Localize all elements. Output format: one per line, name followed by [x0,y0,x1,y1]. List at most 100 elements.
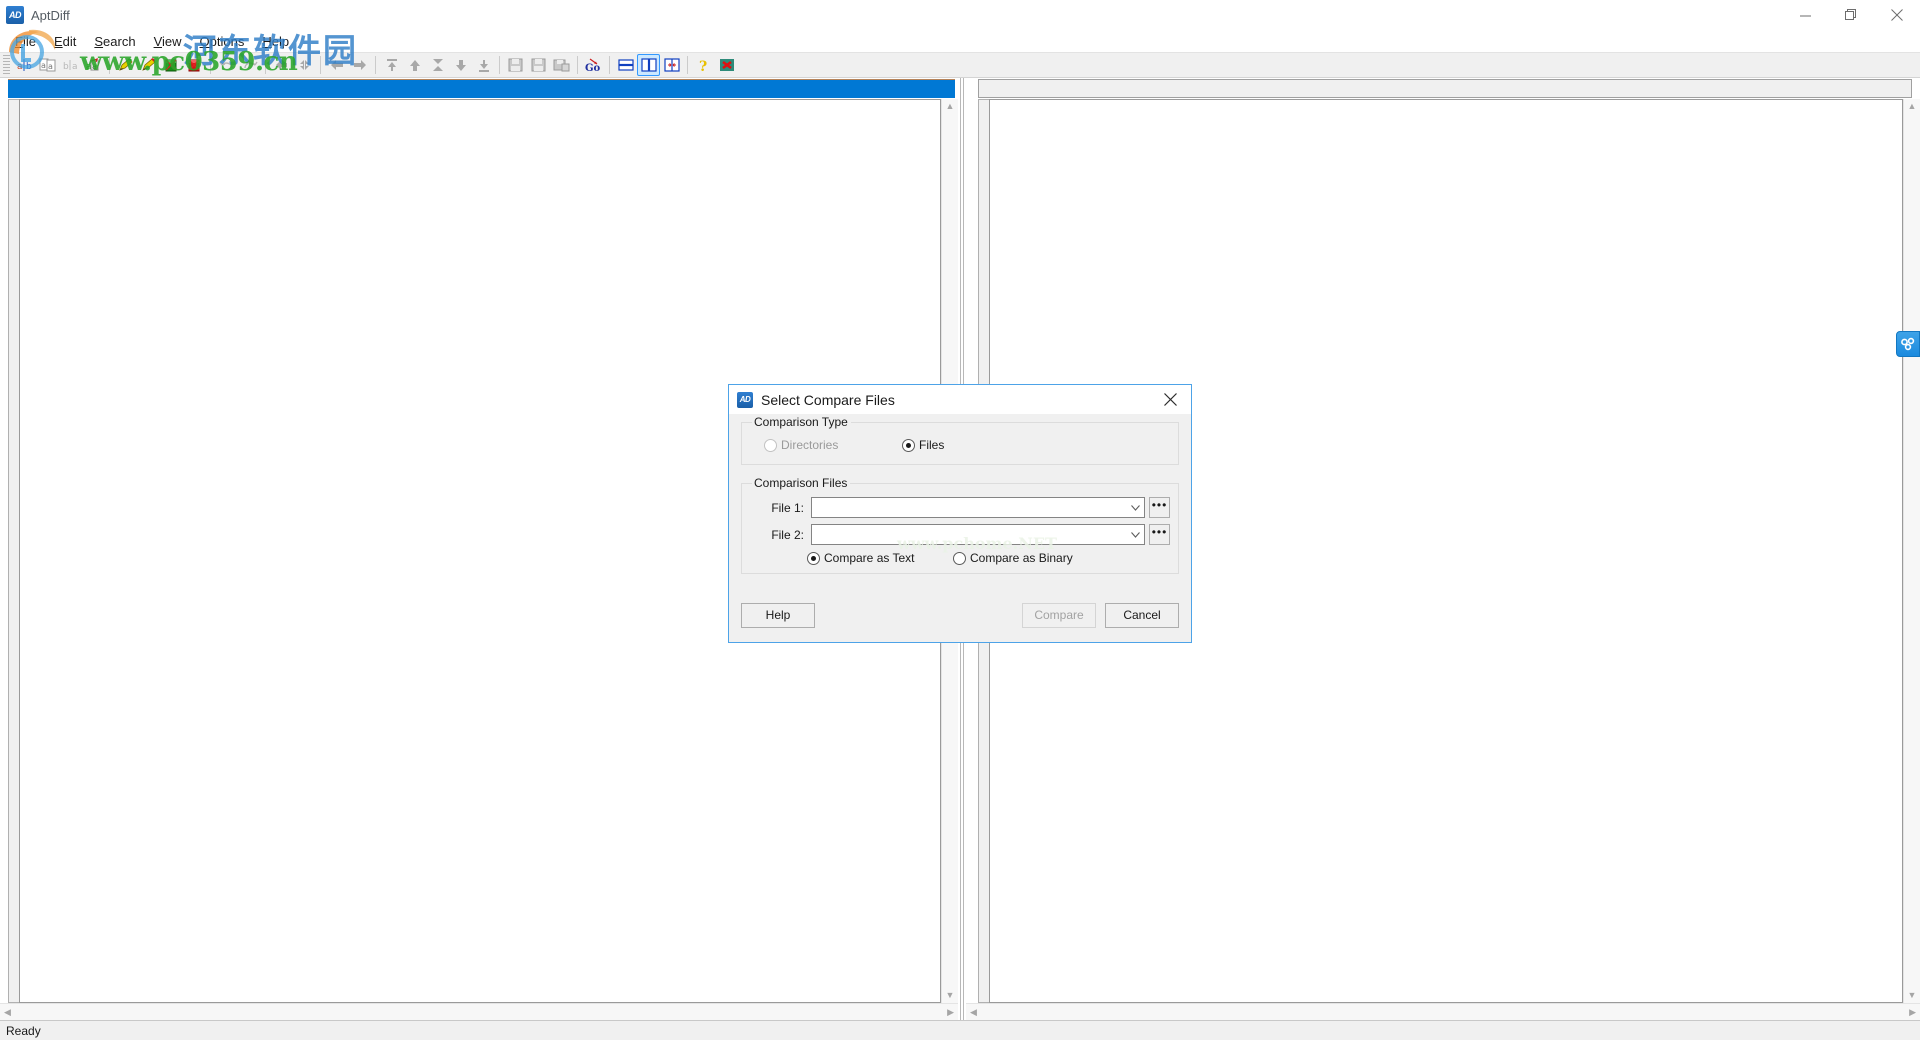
save-left-icon[interactable] [504,54,527,76]
file2-input[interactable] [812,526,1127,543]
first-difference-icon[interactable] [380,54,403,76]
next-difference-icon[interactable] [293,54,316,76]
radio-compare-as-text[interactable]: Compare as Text [807,551,945,565]
radio-directories[interactable]: Directories [764,438,894,452]
menu-help[interactable]: Help [253,32,298,51]
chevron-down-icon[interactable] [1127,498,1144,517]
file1-combobox[interactable] [811,497,1145,518]
scroll-right-icon[interactable]: ▶ [947,1008,954,1017]
scroll-down-icon[interactable]: ▼ [946,991,955,1000]
compare-binary-icon[interactable]: b a [59,54,82,76]
app-icon: AD [6,6,24,24]
menu-file[interactable]: File [6,32,45,51]
window-controls [1782,0,1920,30]
compare-button[interactable]: Compare [1022,603,1096,628]
scroll-up-icon[interactable]: ▲ [946,102,955,111]
compare-text-icon[interactable]: a b [13,54,36,76]
scroll-up-icon[interactable]: ▲ [1908,102,1917,111]
help-icon[interactable]: ? [692,54,715,76]
file2-combobox[interactable] [811,524,1145,545]
toolbar-separator [109,56,110,74]
comparison-type-radios: Directories Files [750,434,1170,456]
menu-options[interactable]: Options [191,32,254,51]
svg-text:Go: Go [585,63,601,73]
toolbar-separator [320,56,321,74]
left-horizontal-scrollbar[interactable]: ◀ ▶ [0,1003,958,1020]
cancel-button[interactable]: Cancel [1105,603,1179,628]
minimize-icon[interactable] [1782,0,1828,30]
sync-scroll-icon[interactable]: a a [82,54,105,76]
comparison-files-legend: Comparison Files [752,476,850,490]
scroll-down-icon[interactable]: ▼ [1908,991,1917,1000]
move-right-icon[interactable] [348,54,371,76]
file1-row: File 1: ••• [750,497,1170,518]
file1-input[interactable] [812,499,1127,516]
maximize-icon[interactable] [1828,0,1874,30]
last-difference-icon[interactable] [472,54,495,76]
dialog-body: Comparison Type Directories Files Compar… [729,414,1191,596]
svg-text:a: a [17,62,23,72]
goto-line-icon[interactable]: Go [582,54,605,76]
radio-files-dot [902,439,915,452]
compare-files-icon[interactable]: a a [36,54,59,76]
menu-view[interactable]: View [145,32,191,51]
toolbar-separator [609,56,610,74]
right-vertical-scrollbar[interactable]: ▲ ▼ [1903,99,1920,1003]
title-bar: AD AptDiff [0,0,1920,30]
file1-browse-button[interactable]: ••• [1149,497,1170,518]
redo-icon[interactable] [238,54,261,76]
scroll-right-icon[interactable]: ▶ [1909,1008,1916,1017]
vertical-split-icon[interactable] [637,54,660,76]
right-horizontal-scrollbar[interactable]: ◀ ▶ [966,1003,1920,1020]
share-widget-icon[interactable] [1896,331,1920,357]
comparison-type-legend: Comparison Type [752,415,851,429]
save-as-icon[interactable] [550,54,573,76]
copy-to-right-icon[interactable] [183,54,206,76]
toolbar-separator [375,56,376,74]
down-difference-icon[interactable] [449,54,472,76]
compare-mode-radios: Compare as Text Compare as Binary [750,551,1170,565]
toolbar: a b a a b a a a [0,52,1920,78]
toolbar-separator [577,56,578,74]
radio-files[interactable]: Files [902,438,944,452]
radio-directories-label: Directories [781,438,838,452]
dialog-close-icon[interactable] [1149,385,1191,414]
dialog-title: Select Compare Files [761,392,1149,408]
copy-to-left-icon[interactable] [160,54,183,76]
radio-files-label: Files [919,438,944,452]
svg-text:a: a [72,62,78,72]
dialog-title-bar: AD Select Compare Files [729,385,1191,414]
close-icon[interactable] [1874,0,1920,30]
edit-left-pencil-icon[interactable] [114,54,137,76]
scroll-left-icon[interactable]: ◀ [970,1008,977,1017]
move-left-icon[interactable] [325,54,348,76]
radio-directories-dot [764,439,777,452]
menu-edit[interactable]: Edit [45,32,85,51]
svg-text:?: ? [699,59,707,73]
file2-label: File 2: [750,528,804,542]
edit-right-pencil-icon[interactable] [137,54,160,76]
help-button[interactable]: Help [741,603,815,628]
undo-icon[interactable] [215,54,238,76]
prev-difference-icon[interactable] [270,54,293,76]
save-right-icon[interactable] [527,54,550,76]
merge-view-icon[interactable] [660,54,683,76]
left-pane-ruler [8,99,19,1003]
scroll-left-icon[interactable]: ◀ [4,1008,11,1017]
chevron-down-icon[interactable] [1127,525,1144,544]
radio-compare-as-text-label: Compare as Text [824,551,915,565]
menu-bar: File Edit Search View Options Help [0,30,1920,52]
file2-row: File 2: ••• [750,524,1170,545]
comparison-files-group: Comparison Files File 1: ••• File [741,476,1179,574]
center-difference-icon[interactable] [426,54,449,76]
select-compare-files-dialog: AD Select Compare Files Comparison Type … [728,384,1192,643]
file2-browse-button[interactable]: ••• [1149,524,1170,545]
horizontal-split-icon[interactable] [614,54,637,76]
radio-compare-as-binary-label: Compare as Binary [970,551,1073,565]
menu-search[interactable]: Search [85,32,144,51]
exit-icon[interactable] [715,54,738,76]
up-difference-icon[interactable] [403,54,426,76]
toolbar-grip[interactable] [3,55,10,75]
radio-compare-as-binary[interactable]: Compare as Binary [953,551,1073,565]
toolbar-separator [687,56,688,74]
